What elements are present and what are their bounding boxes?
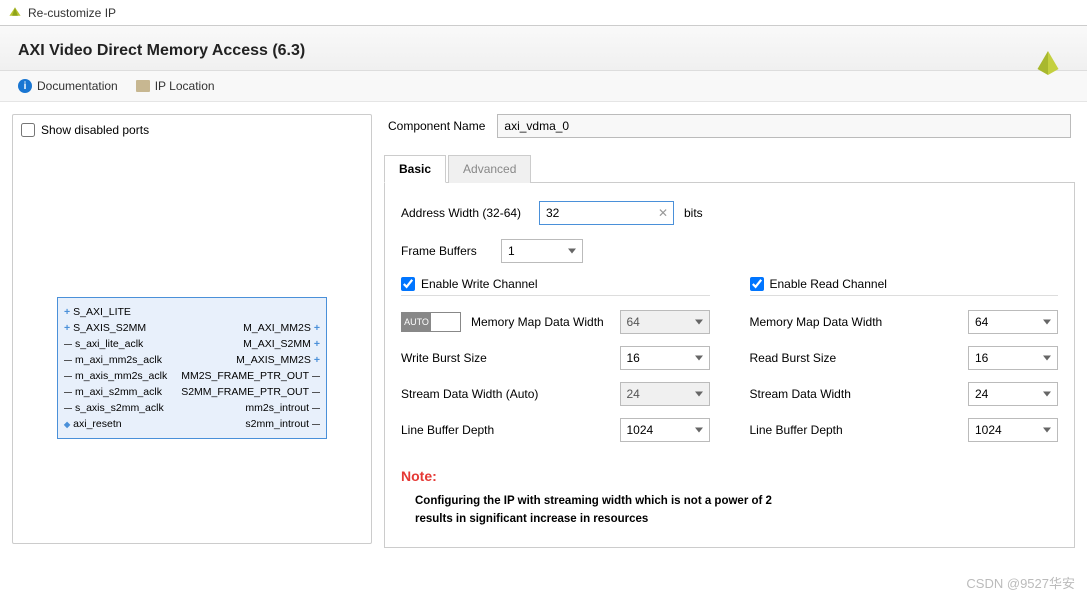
tab-content-basic: Address Width (32-64) ✕ bits Frame Buffe… <box>384 183 1075 548</box>
watermark: CSDN @9527华安 <box>966 573 1075 592</box>
show-disabled-ports-row: Show disabled ports <box>21 123 363 137</box>
enable-read-channel-checkbox[interactable] <box>750 277 764 291</box>
toolbar: i Documentation IP Location <box>0 71 1087 102</box>
read-linebuf-label: Line Buffer Depth <box>750 423 959 437</box>
write-burst-select[interactable]: 16 <box>620 346 710 370</box>
frame-buffers-label: Frame Buffers <box>401 244 491 258</box>
channels: Enable Write Channel AUTO Memory Map Dat… <box>401 277 1058 454</box>
frame-buffers-row: Frame Buffers 1 <box>401 239 1058 263</box>
read-burst-select[interactable]: 16 <box>968 346 1058 370</box>
port-s-axi-lite-aclk: s_axi_lite_aclk <box>64 338 143 350</box>
write-mem-map-select[interactable]: 64 <box>620 310 710 334</box>
write-mem-map-label: Memory Map Data Width <box>471 315 610 329</box>
note-title: Note: <box>401 468 1058 484</box>
port-mm2s-frame-ptr-out: MM2S_FRAME_PTR_OUT <box>181 370 320 382</box>
enable-read-channel-label: Enable Read Channel <box>770 277 887 291</box>
address-width-label: Address Width (32-64) <box>401 206 529 220</box>
read-burst-label: Read Burst Size <box>750 351 959 365</box>
address-width-suffix: bits <box>684 206 703 220</box>
show-disabled-ports-checkbox[interactable] <box>21 123 35 137</box>
vendor-logo-icon <box>1033 48 1063 78</box>
window-title: Re-customize IP <box>28 6 116 20</box>
auto-toggle-label: AUTO <box>402 313 431 331</box>
port-m-axi-mm2s-aclk: m_axi_mm2s_aclk <box>64 354 162 366</box>
read-linebuf-select[interactable]: 1024 <box>968 418 1058 442</box>
component-name-row: Component Name <box>384 114 1075 138</box>
port-s2mm-introut: s2mm_introut <box>245 418 320 430</box>
port-m-axis-mm2s-aclk: m_axis_mm2s_aclk <box>64 370 167 382</box>
ip-block-diagram[interactable]: S_AXI_LITE S_AXIS_S2MM M_AXI_MM2S s_axi_l… <box>57 297 327 439</box>
header-section: AXI Video Direct Memory Access (6.3) <box>0 26 1087 71</box>
info-icon: i <box>18 79 32 93</box>
port-s2mm-frame-ptr-out: S2MM_FRAME_PTR_OUT <box>181 386 320 398</box>
ip-location-link[interactable]: IP Location <box>136 79 215 93</box>
port-mm2s-introut: mm2s_introut <box>245 402 320 414</box>
port-m-axi-s2mm-aclk: m_axi_s2mm_aclk <box>64 386 162 398</box>
app-icon <box>8 6 22 20</box>
port-m-axi-s2mm: M_AXI_S2MM <box>243 338 320 350</box>
enable-write-channel-label: Enable Write Channel <box>421 277 538 291</box>
read-stream-select[interactable]: 24 <box>968 382 1058 406</box>
component-name-input[interactable] <box>497 114 1071 138</box>
title-bar: Re-customize IP <box>0 0 1087 26</box>
port-m-axi-mm2s: M_AXI_MM2S <box>243 322 320 334</box>
clear-icon[interactable]: ✕ <box>658 206 668 220</box>
write-stream-select[interactable]: 24 <box>620 382 710 406</box>
address-width-row: Address Width (32-64) ✕ bits <box>401 201 1058 225</box>
enable-write-channel-checkbox[interactable] <box>401 277 415 291</box>
write-burst-label: Write Burst Size <box>401 351 610 365</box>
write-auto-toggle[interactable]: AUTO <box>401 312 461 332</box>
port-s-axi-lite: S_AXI_LITE <box>64 306 131 318</box>
main-content: Show disabled ports S_AXI_LITE S_AXIS_S2… <box>0 102 1087 560</box>
block-diagram-panel: Show disabled ports S_AXI_LITE S_AXIS_S2… <box>12 114 372 544</box>
read-channel: Enable Read Channel Memory Map Data Widt… <box>750 277 1059 454</box>
read-mem-map-label: Memory Map Data Width <box>750 315 959 329</box>
documentation-label: Documentation <box>37 79 118 93</box>
port-axi-resetn: axi_resetn <box>64 418 122 430</box>
write-linebuf-select[interactable]: 1024 <box>620 418 710 442</box>
frame-buffers-select[interactable]: 1 <box>501 239 583 263</box>
component-name-label: Component Name <box>388 119 485 133</box>
folder-icon <box>136 80 150 92</box>
write-channel: Enable Write Channel AUTO Memory Map Dat… <box>401 277 710 454</box>
tab-basic[interactable]: Basic <box>384 155 446 183</box>
port-s-axis-s2mm-aclk: s_axis_s2mm_aclk <box>64 402 164 414</box>
write-linebuf-label: Line Buffer Depth <box>401 423 610 437</box>
port-m-axis-mm2s: M_AXIS_MM2S <box>236 354 320 366</box>
note-text-2: results in significant increase in resou… <box>401 510 1058 528</box>
read-stream-label: Stream Data Width <box>750 387 959 401</box>
read-mem-map-select[interactable]: 64 <box>968 310 1058 334</box>
ip-location-label: IP Location <box>155 79 215 93</box>
documentation-link[interactable]: i Documentation <box>18 79 118 93</box>
tab-advanced[interactable]: Advanced <box>448 155 531 183</box>
show-disabled-ports-label: Show disabled ports <box>41 123 149 137</box>
write-stream-label: Stream Data Width (Auto) <box>401 387 610 401</box>
ip-title: AXI Video Direct Memory Access (6.3) <box>18 42 1069 60</box>
note-text-1: Configuring the IP with streaming width … <box>401 492 1058 510</box>
config-panel: Component Name Basic Advanced Address Wi… <box>384 114 1075 548</box>
port-s-axis-s2mm: S_AXIS_S2MM <box>64 322 146 334</box>
address-width-input[interactable] <box>539 201 674 225</box>
tabs: Basic Advanced <box>384 154 1075 183</box>
